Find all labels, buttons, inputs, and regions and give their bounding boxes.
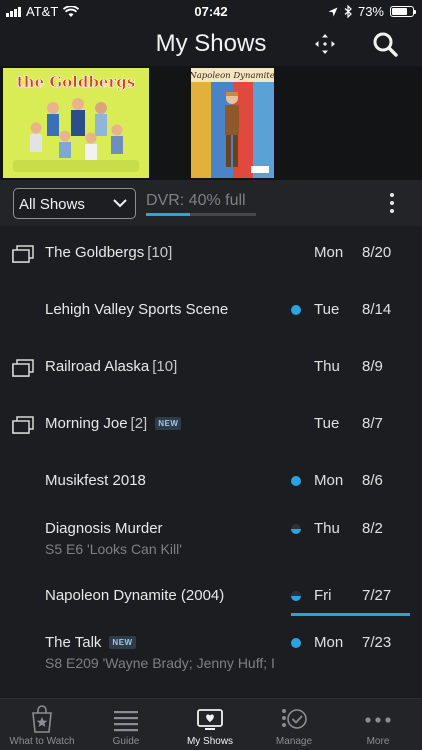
more-dots-icon <box>365 717 391 723</box>
recording-title-text: Musikfest 2018 <box>45 472 146 489</box>
filter-bar: All Shows DVR: 40% full <box>0 180 422 226</box>
recording-day: Tue <box>314 301 340 318</box>
recording-date: 8/9 <box>362 358 383 375</box>
recording-title: Railroad Alaska [10] <box>45 358 177 375</box>
star-bag-icon <box>32 705 52 733</box>
new-badge: NEW <box>109 636 136 649</box>
recording-row[interactable]: Diagnosis Murder S5 E6 'Looks Can Kill' Th… <box>0 512 422 568</box>
status-bar: AT&T 07:42 73% <box>0 0 422 22</box>
goldbergs-logo-text: the Goldbergs <box>17 73 135 91</box>
unwatched-dot-icon <box>291 305 301 315</box>
recording-row[interactable]: Lehigh Valley Sports Scene Tue 8/14 <box>0 293 422 329</box>
partially-watched-dot-icon <box>291 524 301 534</box>
recording-row[interactable]: Railroad Alaska [10] Thu 8/9 <box>0 350 422 386</box>
recording-title-text: Lehigh Valley Sports Scene <box>45 301 229 318</box>
recording-date: 7/23 <box>362 634 392 651</box>
recording-date: 8/2 <box>362 520 383 537</box>
list-icon <box>114 711 138 732</box>
battery-percent: 73% <box>357 4 384 19</box>
location-arrow-icon <box>328 7 338 16</box>
recording-date: 8/14 <box>362 301 392 318</box>
tab-more[interactable]: More <box>336 699 420 750</box>
recording-day: Thu <box>314 520 340 537</box>
recording-title: Diagnosis Murder <box>45 520 163 537</box>
partially-watched-dot-icon <box>291 591 301 601</box>
recording-row[interactable]: Morning Joe [2] NEW Tue 8/7 <box>0 407 422 443</box>
episode-subtitle: S8 E209 'Wayne Brady; Jenny Huff; I <box>45 655 275 671</box>
chevron-down-icon <box>113 199 127 208</box>
recording-title: Lehigh Valley Sports Scene <box>45 301 228 318</box>
recording-title: Morning Joe [2] NEW <box>45 415 182 432</box>
tab-label: Manage <box>275 736 313 747</box>
unwatched-dot-icon <box>291 476 301 486</box>
bluetooth-icon <box>344 5 352 18</box>
move-arrows-icon[interactable] <box>313 32 337 56</box>
more-options-icon[interactable] <box>386 193 398 213</box>
manage-icon <box>282 709 307 729</box>
episode-count: [10] <box>152 358 178 375</box>
dvr-usage-label: DVR: 40% full <box>146 192 246 209</box>
poster-the-goldbergs[interactable]: the Goldbergs <box>3 68 149 178</box>
dvr-usage-fill <box>146 213 190 216</box>
recording-day: Mon <box>314 634 344 651</box>
recording-title-text: Morning Joe <box>45 415 128 432</box>
episode-count: [2] <box>130 415 148 432</box>
tab-label: Guide <box>112 736 140 747</box>
tab-manage[interactable]: Manage <box>252 699 336 750</box>
recording-row[interactable]: Napoleon Dynamite (2004) Fri 7/27 <box>0 579 422 616</box>
recording-title-text: Napoleon Dynamite (2004) <box>45 587 225 604</box>
recording-day: Tue <box>314 415 340 432</box>
series-stack-icon <box>12 245 34 263</box>
recording-date: 7/27 <box>362 587 392 604</box>
recording-date: 8/6 <box>362 472 383 489</box>
recording-day: Mon <box>314 472 344 489</box>
recording-title: The Talk NEW <box>45 634 136 651</box>
recording-title-text: The Talk <box>45 634 102 651</box>
tab-bar: What to Watch Guide My Shows Manage More <box>0 698 422 750</box>
heart-tv-icon <box>197 709 223 730</box>
recording-date: 8/7 <box>362 415 383 432</box>
poster-napoleon-dynamite[interactable]: Napoleon Dynamite <box>191 68 274 178</box>
recording-title: The Goldbergs [10] <box>45 244 172 261</box>
battery-icon <box>390 6 416 17</box>
episode-count: [10] <box>147 244 173 261</box>
tab-guide[interactable]: Guide <box>84 699 168 750</box>
tab-label: My Shows <box>186 736 234 747</box>
app-header: My Shows <box>0 22 422 66</box>
recording-row[interactable]: The Talk NEW S8 E209 'Wayne Brady; Jenny H… <box>0 626 422 682</box>
series-stack-icon <box>12 416 34 434</box>
recording-day: Mon <box>314 244 344 261</box>
new-badge: NEW <box>155 417 182 430</box>
recording-title: Napoleon Dynamite (2004) <box>45 587 224 604</box>
selected-row-underline <box>291 613 410 616</box>
tab-what-to-watch[interactable]: What to Watch <box>0 699 84 750</box>
episode-subtitle: S5 E6 'Looks Can Kill' <box>45 541 182 557</box>
napoleon-logo-text: Napoleon Dynamite <box>191 71 274 81</box>
goldbergs-artwork: the Goldbergs <box>3 68 149 178</box>
search-icon[interactable] <box>372 31 398 57</box>
napoleon-artwork: Napoleon Dynamite <box>191 68 274 178</box>
recording-day: Fri <box>314 587 332 604</box>
unwatched-dot-icon <box>291 638 301 648</box>
tab-label: What to Watch <box>9 736 75 747</box>
tab-my-shows[interactable]: My Shows <box>168 699 252 750</box>
show-filter-value: All Shows <box>19 196 85 213</box>
tab-label: More <box>366 736 390 747</box>
recording-title-text: Railroad Alaska <box>45 358 150 375</box>
recording-title-text: Diagnosis Murder <box>45 520 163 537</box>
recording-row[interactable]: The Goldbergs [10] Mon 8/20 <box>0 236 422 272</box>
series-stack-icon <box>12 359 34 377</box>
recording-date: 8/20 <box>362 244 392 261</box>
dvr-usage-bar <box>146 213 256 216</box>
show-filter-dropdown[interactable]: All Shows <box>13 188 136 219</box>
recording-title: Musikfest 2018 <box>45 472 146 489</box>
page-title: My Shows <box>155 30 267 57</box>
recording-title-text: The Goldbergs <box>45 244 145 261</box>
recording-day: Thu <box>314 358 340 375</box>
recording-row[interactable]: Musikfest 2018 Mon 8/6 <box>0 464 422 500</box>
poster-carousel[interactable]: the Goldbergs Napoleon Dynamite <box>0 66 422 180</box>
